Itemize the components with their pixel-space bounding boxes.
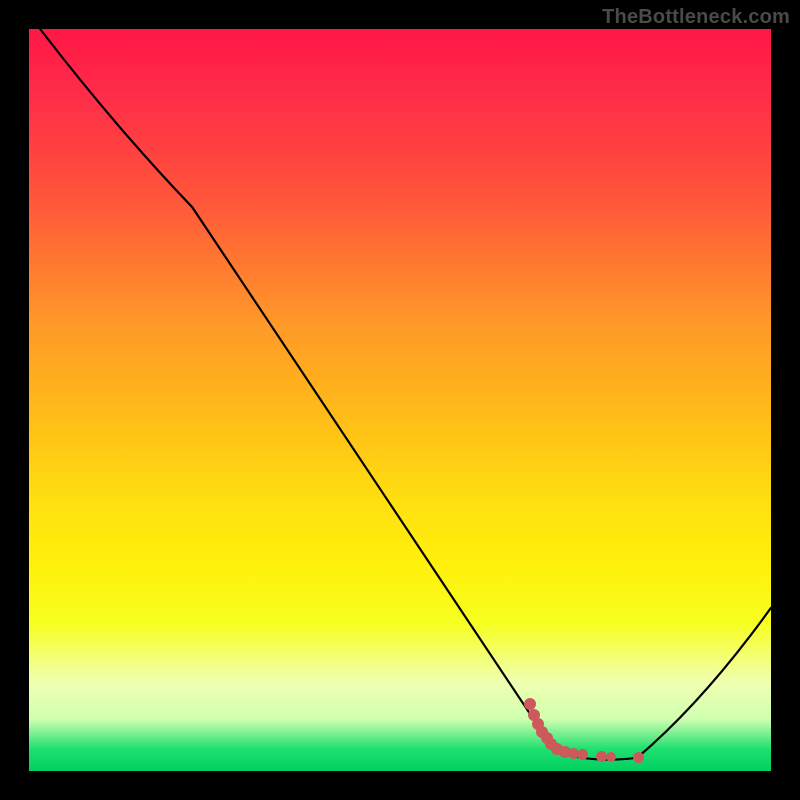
- marker-dot: [577, 749, 588, 760]
- marker-dot: [633, 752, 644, 763]
- marker-dot: [606, 752, 616, 762]
- chart-plot-area: [29, 29, 771, 771]
- marker-layer: [29, 29, 771, 771]
- attribution-label: TheBottleneck.com: [602, 6, 790, 29]
